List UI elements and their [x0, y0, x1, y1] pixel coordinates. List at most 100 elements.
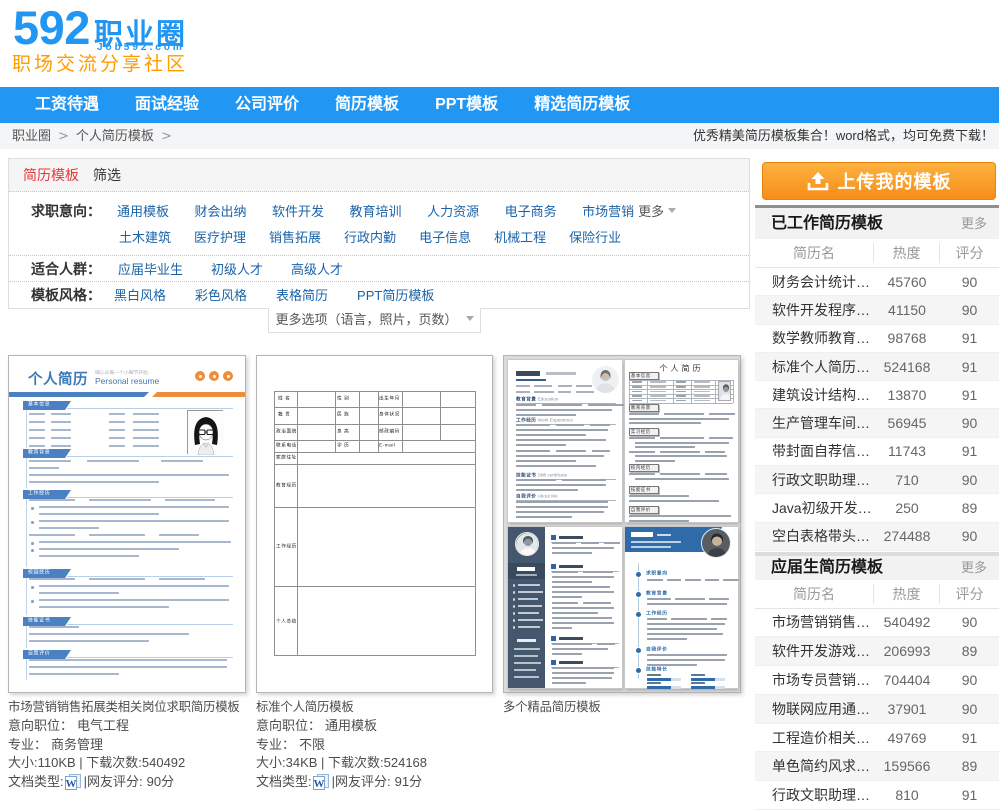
table-header: 简历名 热度 评分	[755, 239, 999, 268]
filter-link[interactable]: 保险行业	[569, 230, 621, 245]
card-title-link[interactable]: 多个精品简历模板	[503, 700, 601, 714]
resume-name[interactable]: 工程造价相关…	[755, 728, 874, 748]
text-line	[514, 648, 540, 650]
table-row[interactable]: 市场营销销售… 540492 90	[755, 609, 999, 638]
table-row[interactable]: 物联网应用通… 37901 90	[755, 695, 999, 724]
text-line	[650, 400, 666, 402]
resume-name[interactable]: 物联网应用通…	[755, 699, 874, 719]
card-caption: 多个精品简历模板	[503, 698, 749, 717]
resume-name[interactable]: Java初级开发…	[755, 498, 874, 518]
table-row[interactable]: 空白表格带头… 274488 90	[755, 523, 999, 551]
breadcrumb-current[interactable]: 个人简历模板	[76, 128, 154, 143]
table-row[interactable]: 市场专员营销… 704404 90	[755, 666, 999, 695]
breadcrumb-home[interactable]: 职业圈	[12, 128, 51, 143]
rating-value: 91分	[395, 774, 422, 789]
resume-name[interactable]: 空白表格带头…	[755, 526, 874, 546]
filter-link[interactable]: 黑白风格	[114, 288, 166, 303]
logo-number[interactable]: 592	[13, 4, 90, 51]
nav-item-5[interactable]: 精选简历模板	[534, 87, 630, 123]
table-line	[335, 392, 336, 452]
text-line	[552, 552, 592, 554]
upload-template-button[interactable]: 上传我的模板	[762, 162, 996, 200]
text-line	[39, 520, 229, 522]
promo-text: 优秀精美简历模板集合！word格式，均可免费下载！	[693, 123, 994, 149]
filter-link[interactable]: 财会出纳	[195, 204, 247, 219]
resume-name[interactable]: 建筑设计结构…	[755, 385, 874, 405]
table-row[interactable]: 工程造价相关… 49769 91	[755, 724, 999, 753]
filter-link[interactable]: 医疗护理	[194, 230, 246, 245]
breadcrumb-separator: >	[161, 129, 172, 144]
filter-link[interactable]: 初级人才	[211, 262, 263, 277]
resume-name[interactable]: 行政文职助理…	[755, 470, 874, 490]
nav-item-3[interactable]: 简历模板	[335, 87, 399, 123]
filter-link[interactable]: 应届毕业生	[118, 262, 183, 277]
table-row[interactable]: 行政文职助理… 810 91	[755, 781, 999, 810]
score-value: 89	[940, 758, 999, 774]
caption-line: 意向职位：通用模板	[256, 717, 502, 736]
resume-name[interactable]: 市场营销销售…	[755, 612, 874, 632]
text-line	[31, 549, 34, 552]
heat-value: 45760	[874, 274, 940, 290]
more-link[interactable]: 更多	[961, 208, 987, 239]
table-row[interactable]: 软件开发游戏… 206993 89	[755, 637, 999, 666]
table-row[interactable]: 数学教师教育… 98768 91	[755, 325, 999, 353]
filter-link[interactable]: 电子信息	[419, 230, 471, 245]
filter-link[interactable]: 软件开发	[272, 204, 324, 219]
resume-name[interactable]: 财务会计统计…	[755, 272, 874, 292]
filter-link[interactable]: 行政内勤	[344, 230, 396, 245]
filter-link[interactable]: 教育培训	[350, 204, 402, 219]
filter-link[interactable]: 高级人才	[291, 262, 343, 277]
more-filters-link[interactable]: 更多	[638, 204, 676, 219]
resume-name[interactable]: 带封面自荐信…	[755, 441, 874, 461]
text-line	[29, 481, 159, 483]
flag-line	[67, 408, 233, 409]
filter-link[interactable]: 市场营销	[582, 204, 634, 219]
table-row[interactable]: 带封面自荐信… 11743 91	[755, 438, 999, 466]
nav-item-1[interactable]: 面试经验	[135, 87, 199, 123]
nav-item-0[interactable]: 工资待遇	[35, 87, 99, 123]
text-line	[31, 507, 34, 510]
resume-card-3[interactable]: 教育背景 Education工作经历 Work Experience技能证书 S…	[503, 355, 741, 693]
filter-link[interactable]: 人力资源	[427, 204, 479, 219]
resume-card-2[interactable]: 姓 名性 别出生年月籍 贯民 族身体状况政治面貌身 高邮政编码联系电话学 历E-…	[256, 355, 493, 693]
col-header-heat: 热度	[874, 584, 940, 604]
resume-name[interactable]: 数学教师教育…	[755, 328, 874, 348]
nav-item-2[interactable]: 公司评价	[235, 87, 299, 123]
filter-link[interactable]: 土木建筑	[119, 230, 171, 245]
text-line	[552, 542, 576, 544]
filter-link[interactable]: 电子商务	[505, 204, 557, 219]
table-row[interactable]: 建筑设计结构… 13870 91	[755, 381, 999, 409]
text-line	[552, 627, 572, 629]
filter-links-row: 黑白风格 彩色风格 表格简历 PPT简历模板	[114, 282, 463, 309]
filter-link[interactable]: 机械工程	[494, 230, 546, 245]
resume-name[interactable]: 标准个人简历…	[755, 357, 874, 377]
table-row[interactable]: 标准个人简历… 524168 91	[755, 353, 999, 381]
table-row[interactable]: Java初级开发… 250 89	[755, 494, 999, 522]
filter-link[interactable]: 销售拓展	[269, 230, 321, 245]
more-options-toggle[interactable]: 更多选项（语言，照片，页数）	[268, 308, 481, 333]
resume-name[interactable]: 行政文职助理…	[755, 785, 874, 805]
filter-link[interactable]: 彩色风格	[195, 288, 247, 303]
resume-name[interactable]: 单色简约风求…	[755, 756, 874, 776]
resume-name[interactable]: 软件开发游戏…	[755, 641, 874, 661]
resume-name[interactable]: 生产管理车间…	[755, 413, 874, 433]
card-title-link[interactable]: 标准个人简历模板	[256, 700, 354, 714]
resume-name[interactable]: 市场专员营销…	[755, 670, 874, 690]
table-row[interactable]: 生产管理车间… 56945 90	[755, 409, 999, 437]
resume-photo	[701, 528, 731, 558]
text-line	[29, 640, 149, 642]
filter-link[interactable]: PPT简历模板	[357, 288, 434, 303]
more-options-label: 更多选项（语言，照片，页数）	[275, 312, 457, 327]
table-row[interactable]: 软件开发程序… 41150 90	[755, 296, 999, 324]
table-line	[275, 464, 476, 465]
table-row[interactable]: 行政文职助理… 710 90	[755, 466, 999, 494]
card-title-link[interactable]: 市场营销销售拓展类相关岗位求职简历模板	[8, 700, 240, 714]
resume-card-1[interactable]: 个人简历细心从每一个小细节开始,Personal resume基本信息教育背景工…	[8, 355, 246, 693]
resume-name[interactable]: 软件开发程序…	[755, 300, 874, 320]
table-row[interactable]: 单色简约风求… 159566 89	[755, 752, 999, 781]
more-link[interactable]: 更多	[961, 556, 987, 580]
table-row[interactable]: 财务会计统计… 45760 90	[755, 268, 999, 296]
filter-link[interactable]: 通用模板	[117, 204, 169, 219]
nav-item-4[interactable]: PPT模板	[435, 87, 498, 123]
filter-link[interactable]: 表格简历	[276, 288, 328, 303]
